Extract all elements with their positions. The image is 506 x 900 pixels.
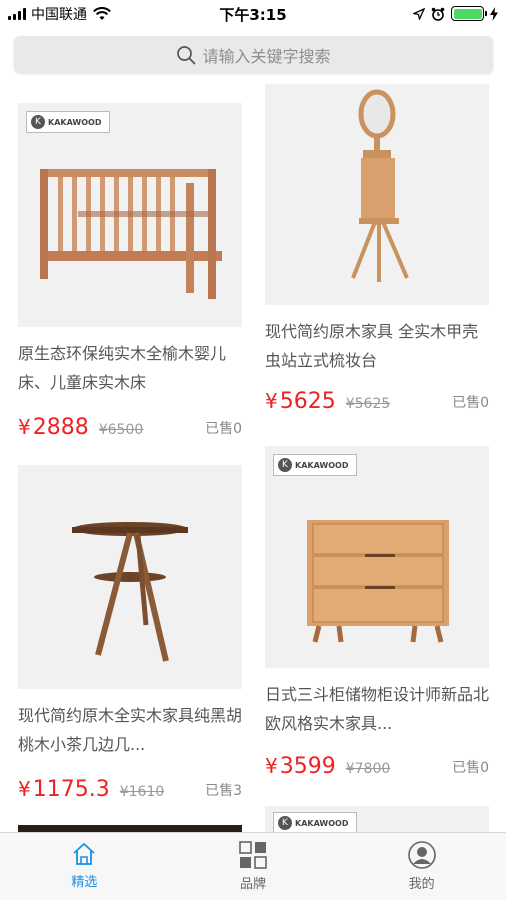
sold-count: 已售0 <box>205 421 242 437</box>
tab-bar: 精选 品牌 我的 <box>0 832 506 900</box>
product-image[interactable] <box>265 84 489 305</box>
tab-brands[interactable]: 品牌 <box>169 833 338 900</box>
sold-count: 已售3 <box>205 783 242 799</box>
price-value: 5625 <box>279 389 336 414</box>
alarm-clock-icon <box>431 7 445 21</box>
vanity-illustration <box>351 89 409 282</box>
drawer-chest-illustration <box>307 520 449 643</box>
product-grid: K KAKAWOOD 原生态环保纯实木全榆木婴儿床、儿童床实木床 ¥2888 ¥… <box>0 84 506 832</box>
product-card[interactable]: 现代简约原木家具 全实木甲壳虫站立式梳妆台 ¥5625 ¥5625 已售0 <box>265 84 499 414</box>
product-image[interactable] <box>18 465 242 689</box>
user-icon <box>407 841 436 869</box>
original-price: ¥5625 <box>345 396 391 412</box>
sold-count: 已售0 <box>452 395 489 411</box>
app-screen: 中国联通 下午3:15 请输入关键字搜索 K KAKAWOOD 原生态环保纯实木… <box>0 0 506 900</box>
sold-count: 已售0 <box>452 760 489 776</box>
product-card[interactable]: K KAKAWOOD 原生态环保纯实木全榆木婴儿床、儿童床实木床 ¥2888 ¥… <box>18 103 252 440</box>
product-image[interactable]: K KAKAWOOD <box>265 446 489 668</box>
product-card[interactable]: 现代简约原木全实木家具纯黑胡桃木小茶几边几... ¥1175.3 ¥1610 已… <box>18 465 252 802</box>
price-value: 3599 <box>279 754 336 779</box>
location-arrow-icon <box>413 7 425 20</box>
currency-symbol: ¥ <box>265 389 278 413</box>
tab-mine[interactable]: 我的 <box>337 833 506 900</box>
grid-icon <box>239 841 267 869</box>
home-icon <box>73 843 95 865</box>
status-bar: 中国联通 下午3:15 <box>0 0 506 30</box>
product-price: ¥3599 <box>265 754 336 779</box>
product-card-partial[interactable] <box>18 825 242 832</box>
product-title[interactable]: 日式三斗柜储物柜设计师新品北欧风格实木家具... <box>265 680 489 738</box>
brand-logo: K KAKAWOOD <box>273 812 357 832</box>
price-row: ¥3599 ¥7800 已售0 <box>265 754 489 779</box>
brand-logo-text: KAKAWOOD <box>295 460 349 470</box>
brand-logo: K KAKAWOOD <box>26 111 110 133</box>
currency-symbol: ¥ <box>18 777 31 801</box>
price-value: 1175.3 <box>32 777 110 802</box>
product-image[interactable]: K KAKAWOOD <box>18 103 242 327</box>
tab-label: 我的 <box>408 877 435 892</box>
search-input[interactable]: 请输入关键字搜索 <box>14 36 493 73</box>
search-placeholder: 请输入关键字搜索 <box>202 46 331 66</box>
price-value: 2888 <box>32 415 89 440</box>
product-card-partial[interactable]: K KAKAWOOD <box>265 806 489 832</box>
product-card[interactable]: K KAKAWOOD 日式三斗柜储物柜设计师新品北欧风格实木家具... ¥359… <box>265 446 499 779</box>
side-table-illustration <box>72 522 188 662</box>
brand-logo: K KAKAWOOD <box>273 454 357 476</box>
brand-logo-text: KAKAWOOD <box>295 818 349 828</box>
currency-symbol: ¥ <box>18 415 31 439</box>
original-price: ¥7800 <box>345 761 391 777</box>
price-row: ¥1175.3 ¥1610 已售3 <box>18 777 242 802</box>
product-price: ¥1175.3 <box>18 777 110 802</box>
brand-logo-mark-icon: K <box>278 458 292 472</box>
search-icon <box>177 45 196 64</box>
tab-featured[interactable]: 精选 <box>0 833 169 900</box>
product-price: ¥5625 <box>265 389 336 414</box>
crib-illustration <box>40 169 222 299</box>
brand-logo-mark-icon: K <box>31 115 45 129</box>
original-price: ¥6500 <box>98 422 144 438</box>
original-price: ¥1610 <box>119 784 165 800</box>
tab-label: 精选 <box>71 875 98 890</box>
product-title[interactable]: 现代简约原木全实木家具纯黑胡桃木小茶几边几... <box>18 701 242 759</box>
price-row: ¥2888 ¥6500 已售0 <box>18 415 242 440</box>
brand-logo-text: KAKAWOOD <box>48 117 102 127</box>
product-title[interactable]: 原生态环保纯实木全榆木婴儿床、儿童床实木床 <box>18 339 242 397</box>
product-title[interactable]: 现代简约原木家具 全实木甲壳虫站立式梳妆台 <box>265 317 489 375</box>
tab-label: 品牌 <box>240 877 267 892</box>
search-header: 请输入关键字搜索 <box>0 30 506 84</box>
price-row: ¥5625 ¥5625 已售0 <box>265 389 489 414</box>
brand-logo-mark-icon: K <box>278 816 292 830</box>
status-right <box>413 6 498 21</box>
currency-symbol: ¥ <box>265 754 278 778</box>
product-price: ¥2888 <box>18 415 89 440</box>
charging-bolt-icon <box>490 6 498 21</box>
battery-icon <box>451 6 487 21</box>
